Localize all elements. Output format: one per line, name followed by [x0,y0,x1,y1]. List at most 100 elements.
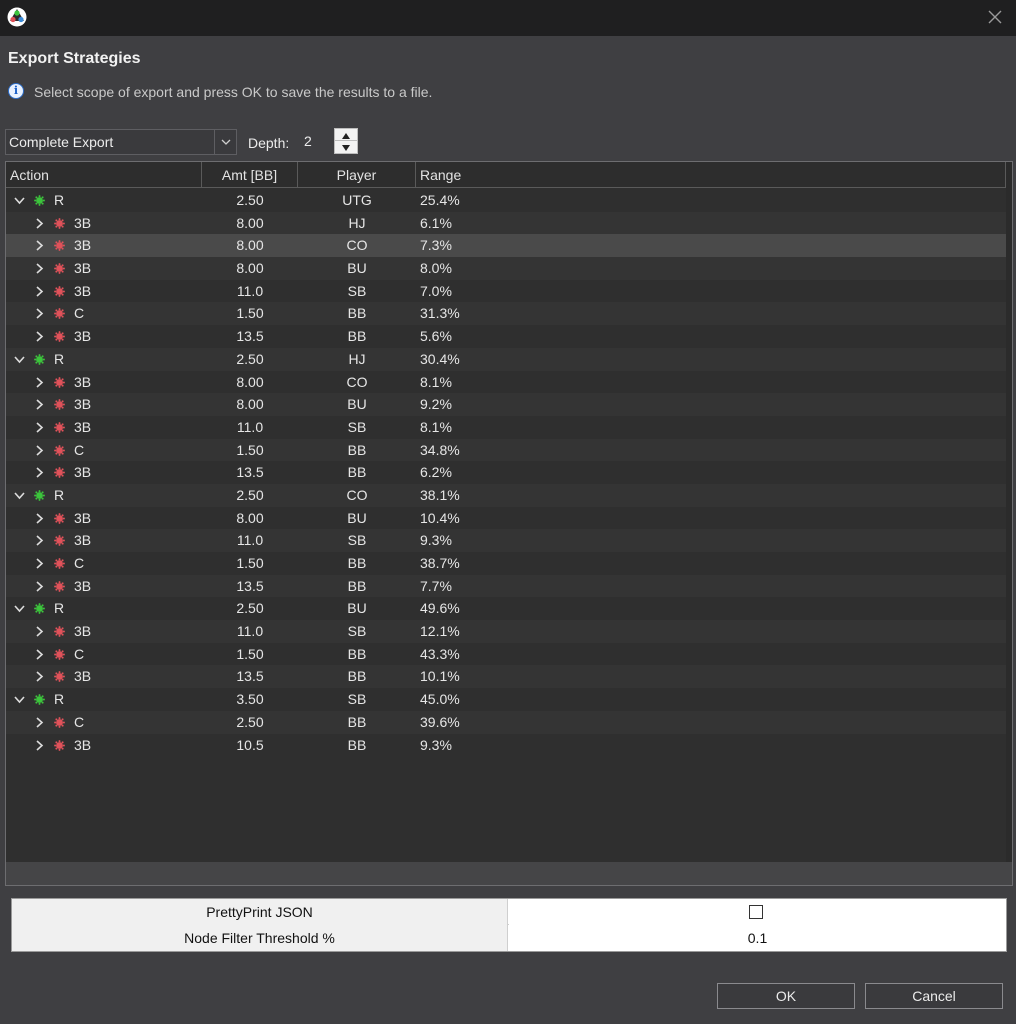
chevron-down-icon[interactable] [14,694,25,705]
tree-row-child[interactable]: C 1.50 BB 43.3% [6,642,1006,666]
tree-row-child[interactable]: C 2.50 BB 39.6% [6,710,1006,734]
cell-action: 3B [74,328,92,345]
chevron-down-icon[interactable] [14,354,25,365]
threshold-value-field[interactable]: 0.1 [509,925,1006,951]
cell-action: C [74,713,85,730]
cell-player: UTG [342,192,372,208]
red-node-icon [54,308,65,320]
chevron-right-icon[interactable] [34,581,45,592]
cell-range: 5.6% [420,328,452,345]
dialog-header: Export Strategies i Select scope of expo… [0,36,1016,112]
tree-row-child[interactable]: 3B 8.00 CO 8.1% [6,370,1006,394]
cell-action: C [74,305,85,322]
chevron-right-icon[interactable] [34,308,45,320]
tree-row-root[interactable]: R 2.50 UTG 25.4% [6,189,1006,212]
cell-action: 3B [74,736,92,753]
vertical-scrollbar[interactable] [1006,162,1012,862]
tree-row-child[interactable]: 3B 8.00 BU 9.2% [6,393,1006,416]
tree-row-child[interactable]: 3B 11.0 SB 9.3% [6,529,1006,552]
cell-amount: 13.5 [236,668,264,685]
chevron-down-icon[interactable] [14,603,25,614]
cell-range: 39.6% [420,713,460,730]
tree-row-root[interactable]: R 2.50 HJ 30.4% [6,347,1006,371]
tree-row-child[interactable]: 3B 13.5 BB 5.6% [6,325,1006,348]
prettyprint-checkbox[interactable] [749,905,763,919]
column-header-action[interactable]: Action [6,162,202,188]
cell-amount: 1.50 [236,645,264,662]
red-node-icon [54,285,65,297]
cell-player: SB [347,532,367,549]
chevron-right-icon[interactable] [34,467,45,478]
chevron-right-icon[interactable] [34,444,45,456]
chevron-right-icon[interactable] [34,218,45,229]
chevron-right-icon[interactable] [34,626,45,637]
chevron-right-icon[interactable] [34,399,45,410]
chevron-down-icon[interactable] [14,490,25,501]
chevron-right-icon[interactable] [34,286,45,297]
green-node-icon [34,694,45,706]
cell-player: BU [347,260,367,277]
tree-row-child[interactable]: 3B 8.00 CO 7.3% [6,234,1006,258]
ok-button[interactable]: OK [717,983,855,1009]
chevron-right-icon[interactable] [34,422,45,433]
tree-row-child[interactable]: 3B 11.0 SB 7.0% [6,279,1006,303]
column-header-amount[interactable]: Amt [BB] [202,162,298,188]
horizontal-scrollbar[interactable] [6,862,1012,885]
chevron-right-icon[interactable] [34,376,45,388]
red-node-icon [54,580,65,592]
cell-action: 3B [74,509,92,526]
close-icon[interactable] [986,8,1004,26]
chevron-right-icon[interactable] [34,535,45,546]
dropdown-chevron-icon[interactable] [214,130,236,154]
chevron-right-icon[interactable] [34,240,45,251]
tree-row-root[interactable]: R 2.50 CO 38.1% [6,483,1006,507]
tree-row-child[interactable]: 3B 8.00 BU 10.4% [6,506,1006,530]
cancel-button[interactable]: Cancel [865,983,1003,1009]
tree-row-child[interactable]: 3B 13.5 BB 7.7% [6,574,1006,598]
cell-player: SB [347,282,367,299]
option-row-threshold: Node Filter Threshold % 0.1 [12,925,1006,951]
red-node-icon [54,421,65,433]
cell-action: 3B [74,260,92,277]
cell-amount: 8.00 [236,237,264,254]
column-header-range[interactable]: Range [416,162,1006,188]
cell-range: 8.0% [420,260,452,277]
chevron-right-icon[interactable] [34,558,45,569]
tree-row-child[interactable]: 3B 11.0 SB 8.1% [6,415,1006,439]
spinner-down-arrow-icon[interactable] [335,141,357,153]
chevron-right-icon[interactable] [34,671,45,683]
tree-row-child[interactable]: 3B 10.5 BB 9.3% [6,733,1006,757]
chevron-right-icon[interactable] [34,717,45,728]
cell-player: BB [347,668,367,685]
cell-range: 38.7% [420,555,460,571]
spinner-up-arrow-icon[interactable] [335,129,357,141]
cell-range: 34.8% [420,441,460,458]
chevron-right-icon[interactable] [34,513,45,524]
cell-player: BB [347,645,367,662]
tree-row-child[interactable]: 3B 11.0 SB 12.1% [6,620,1006,643]
tree-row-child[interactable]: C 1.50 BB 31.3% [6,302,1006,326]
chevron-right-icon[interactable] [34,739,45,751]
cell-range: 43.3% [420,645,460,662]
chevron-down-icon[interactable] [14,195,25,206]
tree-row-root[interactable]: R 2.50 BU 49.6% [6,597,1006,621]
column-header-player[interactable]: Player [298,162,416,188]
chevron-right-icon[interactable] [34,649,45,660]
depth-spinner[interactable] [334,128,358,154]
cell-range: 12.1% [420,623,460,640]
chevron-right-icon[interactable] [34,331,45,342]
chevron-right-icon[interactable] [34,263,45,274]
export-scope-dropdown[interactable]: Complete Export [5,129,237,155]
tree-row-child[interactable]: 3B 13.5 BB 10.1% [6,665,1006,689]
tree-row-child[interactable]: C 1.50 BB 34.8% [6,438,1006,462]
tree-row-child[interactable]: 3B 8.00 BU 8.0% [6,257,1006,280]
tree-row-child[interactable]: 3B 8.00 HJ 6.1% [6,211,1006,235]
strategy-tree-table[interactable]: Action Amt [BB] Player Range R 2.50 UTG 25.… [5,161,1013,886]
depth-value[interactable]: 2 [304,133,312,149]
tree-row-root[interactable]: R 3.50 SB 45.0% [6,688,1006,711]
cell-amount: 2.50 [236,486,264,503]
tree-rows: R 2.50 UTG 25.4% 3B 8.00 HJ 6.1% 3B 8.00 CO 7.3% 3B 8… [6,189,1006,757]
tree-row-child[interactable]: 3B 13.5 BB 6.2% [6,461,1006,484]
tree-row-child[interactable]: C 1.50 BB 38.7% [6,552,1006,575]
cell-player: BB [347,464,367,481]
